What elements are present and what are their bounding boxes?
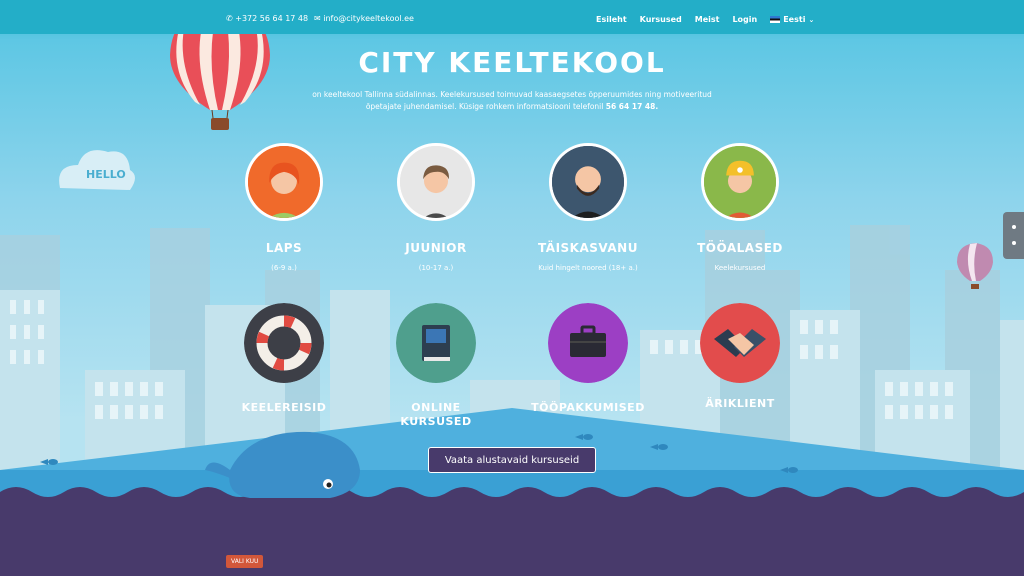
page-title: CITY KEELTEKOOL [358, 46, 666, 79]
phone-number: +372 56 64 17 48 [235, 14, 309, 23]
juunior-avatar[interactable] [397, 143, 475, 221]
intro-text: on keeltekool Tallinna südalinnas. Keele… [300, 89, 724, 113]
toopakkumised-briefcase-icon[interactable] [548, 303, 628, 383]
category-title-taiskasvanu[interactable]: TÄISKASVANU [508, 241, 668, 255]
email-address: info@citykeeltekool.ee [323, 14, 414, 23]
intro-line-1: on keeltekool Tallinna südalinnas. Keele… [312, 90, 712, 99]
service-online-kursused[interactable]: ONLINE KURSUSED [356, 401, 516, 429]
category-sub-juunior: (10-17 a.) [418, 264, 454, 272]
top-bar: ✆ +372 56 64 17 48 ✉ info@citykeeltekool… [0, 0, 1024, 34]
service-ariklient-label: ÄRIKLIENT [705, 397, 775, 410]
language-label: Eesti [783, 15, 806, 24]
service-online-label-1: ONLINE [411, 401, 461, 414]
nav-login[interactable]: Login [732, 15, 757, 24]
category-title-laps[interactable]: LAPS [204, 241, 364, 255]
intro-phone: 56 64 17 48. [605, 102, 659, 111]
service-toopakkumised[interactable]: TÖÖPAKKUMISED [508, 401, 668, 415]
side-dot-nav [1003, 212, 1024, 259]
ariklient-handshake-icon[interactable] [700, 303, 780, 383]
phone-contact[interactable]: ✆ +372 56 64 17 48 [226, 14, 308, 23]
language-selector[interactable]: Eesti ⌄ [770, 15, 814, 24]
service-keelereisid[interactable]: KEELEREISID [204, 401, 364, 415]
service-online-label-2: KURSUSED [400, 415, 472, 428]
nav-esileht[interactable]: Esileht [596, 15, 627, 24]
nav-kursused[interactable]: Kursused [640, 15, 682, 24]
laps-avatar[interactable] [245, 143, 323, 221]
service-keelereisid-label: KEELEREISID [241, 401, 327, 414]
main-nav: Esileht Kursused Meist Login Eesti ⌄ [596, 15, 827, 24]
service-ariklient[interactable]: ÄRIKLIENT [660, 397, 820, 411]
keelereisid-lifebuoy-icon[interactable] [244, 303, 324, 383]
online-kursused-book-icon[interactable] [396, 303, 476, 383]
intro-line-2: õpetajate juhendamisel. Küsige rohkem in… [365, 102, 604, 111]
category-title-juunior[interactable]: JUUNIOR [356, 241, 516, 255]
side-dot-2[interactable] [1012, 241, 1016, 245]
month-badge[interactable]: VALI KUU [226, 555, 264, 568]
side-dot-1[interactable] [1012, 225, 1016, 229]
category-title-tooalased[interactable]: TÖÖALASED [660, 241, 820, 255]
category-sub-laps: (6-9 a.) [271, 264, 297, 272]
email-contact[interactable]: ✉ info@citykeeltekool.ee [314, 14, 414, 23]
tooalased-avatar[interactable] [701, 143, 779, 221]
hello-cloud-text: HELLO [86, 168, 126, 181]
nav-meist[interactable]: Meist [695, 15, 720, 24]
service-toopakkumised-label: TÖÖPAKKUMISED [531, 401, 645, 414]
category-sub-tooalased: Keelekursused [714, 264, 766, 272]
chevron-down-icon: ⌄ [808, 15, 815, 24]
view-courses-button[interactable]: Vaata alustavaid kursuseid [428, 447, 596, 473]
city-illustration [0, 5, 1024, 576]
estonian-flag-icon [770, 16, 781, 23]
category-sub-taiskasvanu: Kuid hingelt noored (18+ a.) [538, 264, 638, 272]
taiskasvanu-avatar[interactable] [549, 143, 627, 221]
